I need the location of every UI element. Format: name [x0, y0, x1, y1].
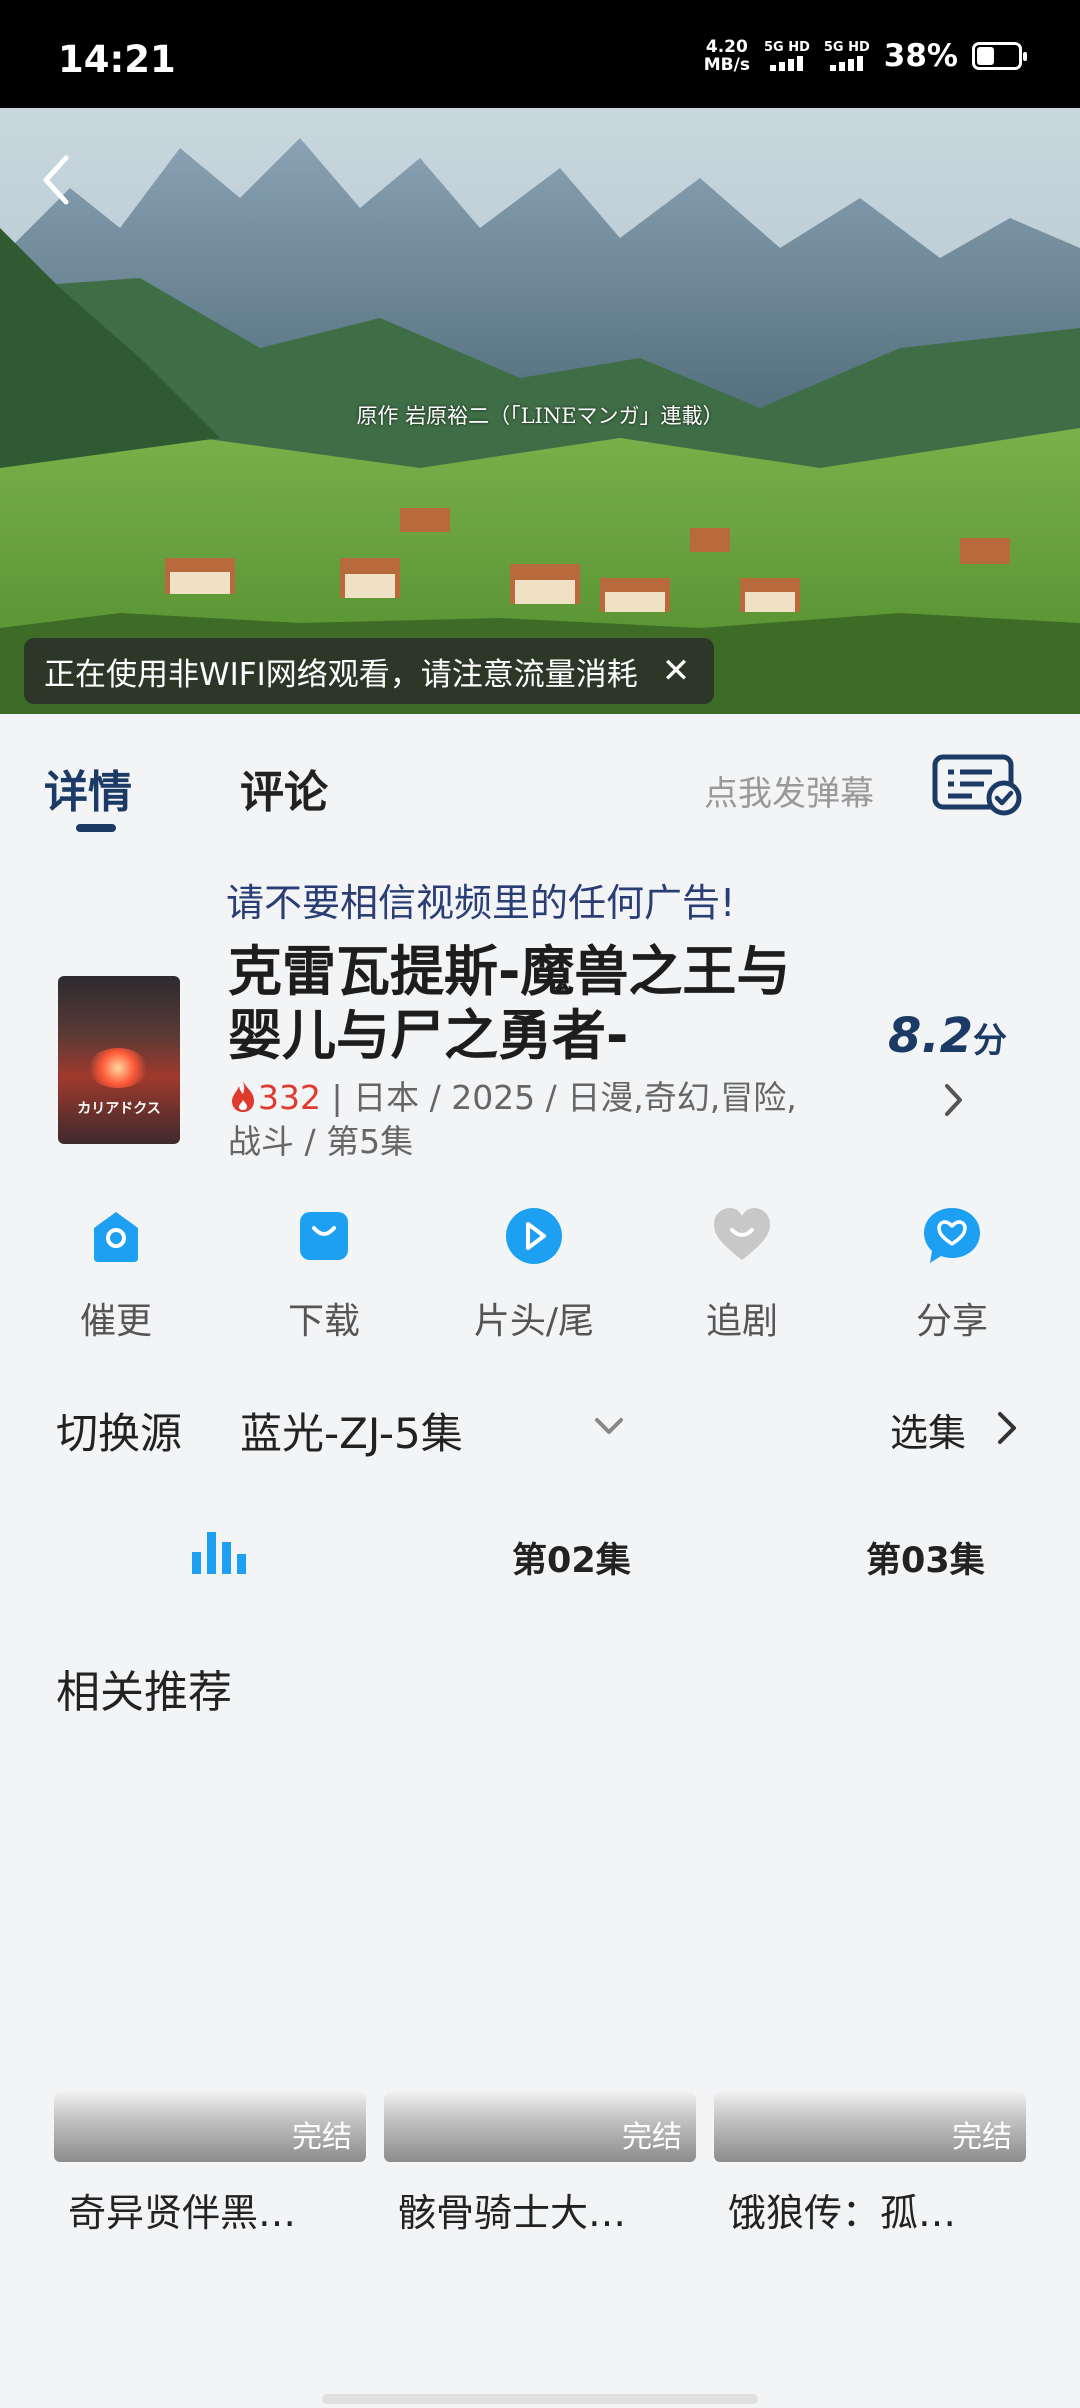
recommendation-title: 饿狼传：孤…: [728, 2191, 957, 2235]
status-indicators: 4.20 MB/s 5G HD 5G HD 38%: [703, 37, 1027, 75]
poster-logo-text: カリアドクス: [77, 1101, 161, 1117]
skip-play-icon: [506, 1208, 562, 1264]
completed-badge: 完结: [292, 2120, 352, 2155]
show-poster[interactable]: カリアドクス: [58, 976, 180, 1144]
heat-count: 332: [258, 1078, 321, 1117]
recommendation-card[interactable]: 完结 饿狼传：孤…: [714, 2090, 1026, 2237]
network-speed: 4.20 MB/s: [703, 37, 750, 75]
action-bar: 催更 下载 片头/尾 追剧 分享: [0, 1206, 1080, 1346]
episode-02[interactable]: 第02集: [512, 1532, 631, 1583]
battery-icon: [972, 42, 1027, 70]
rating-score: 8.2分: [888, 1008, 1007, 1064]
chevron-down-icon[interactable]: [592, 1414, 626, 1438]
recommendation-card[interactable]: 完结 奇异贤伴黑…: [54, 2090, 366, 2237]
show-title: 克雷瓦提斯-魔兽之王与婴儿与尸之勇者-: [228, 940, 791, 1067]
ad-warning-notice: 请不要相信视频里的任何广告!: [226, 881, 736, 925]
rating-unit: 分: [973, 1021, 1008, 1061]
clock: 14:21: [58, 38, 176, 81]
source-selector[interactable]: 蓝光-ZJ-5集: [240, 1400, 463, 1461]
download-button[interactable]: 下载: [224, 1206, 424, 1344]
video-subtitle-credit: 原作 岩原裕二（「LINEマンガ」連載）: [356, 404, 724, 428]
recommendation-thumbnail: 完结: [714, 2090, 1026, 2162]
select-episode-button[interactable]: 选集: [890, 1402, 966, 1457]
recommendation-thumbnail: 完结: [384, 2090, 696, 2162]
video-player[interactable]: 原作 岩原裕二（「LINEマンガ」連載） 正在使用非WIFI网络观看，请注意流量…: [0, 108, 1080, 714]
toast-message: 正在使用非WIFI网络观看，请注意流量消耗: [44, 656, 638, 693]
sim1-signal-icon: 5G HD: [764, 41, 810, 71]
switch-source-label: 切换源: [56, 1409, 183, 1458]
tab-comments[interactable]: 评论: [240, 756, 328, 820]
tab-details[interactable]: 详情: [44, 756, 132, 820]
follow-show-button[interactable]: 追剧: [642, 1206, 842, 1344]
battery-level: [977, 47, 994, 65]
completed-badge: 完结: [622, 2120, 682, 2155]
active-tab-indicator: [76, 824, 116, 832]
close-icon[interactable]: ✕: [662, 651, 691, 691]
recommendation-thumbnail: 完结: [54, 2090, 366, 2162]
download-bag-icon: [300, 1212, 348, 1260]
show-meta[interactable]: 332 | 日本 / 2025 / 日漫,奇幻,冒险,战斗 / 第5集: [228, 1076, 828, 1164]
danmaku-settings-button[interactable]: [932, 754, 1024, 816]
danmaku-settings-icon: [932, 754, 1022, 816]
related-recommendations-title: 相关推荐: [56, 1667, 232, 1718]
chevron-left-icon: [43, 155, 69, 205]
status-bar: 14:21 4.20 MB/s 5G HD 5G HD 38%: [0, 0, 1080, 108]
share-button[interactable]: 分享: [852, 1206, 1052, 1344]
network-warning-toast: 正在使用非WIFI网络观看，请注意流量消耗 ✕: [24, 638, 715, 704]
rating-value: 8.2: [888, 1008, 974, 1064]
equalizer-playing-icon: [192, 1532, 246, 1574]
recommendation-title: 骸骨骑士大…: [398, 2191, 627, 2235]
episode-03[interactable]: 第03集: [866, 1532, 985, 1583]
send-danmaku-button[interactable]: 点我发弹幕: [704, 766, 874, 815]
home-indicator[interactable]: [322, 2394, 758, 2404]
heart-follow-icon: [714, 1208, 770, 1260]
completed-badge: 完结: [952, 2120, 1012, 2155]
remind-update-button[interactable]: 催更: [16, 1206, 216, 1344]
remind-icon: [94, 1212, 138, 1262]
detail-tabs: 详情 评论 点我发弹幕: [0, 714, 1080, 842]
chevron-right-icon[interactable]: [938, 1080, 968, 1120]
episode-01-playing[interactable]: [190, 1528, 248, 1576]
back-button[interactable]: [32, 150, 82, 210]
sim2-signal-icon: 5G HD: [824, 41, 870, 71]
skip-intro-outro-button[interactable]: 片头/尾: [434, 1206, 634, 1344]
share-heart-icon: [924, 1208, 980, 1263]
poster-art: [88, 1048, 148, 1088]
chevron-right-icon[interactable]: [996, 1410, 1018, 1446]
recommendation-card[interactable]: 完结 骸骨骑士大…: [384, 2090, 696, 2237]
battery-percent: 38%: [883, 38, 958, 74]
flame-icon: [232, 1080, 254, 1112]
recommendation-title: 奇异贤伴黑…: [68, 2191, 297, 2235]
